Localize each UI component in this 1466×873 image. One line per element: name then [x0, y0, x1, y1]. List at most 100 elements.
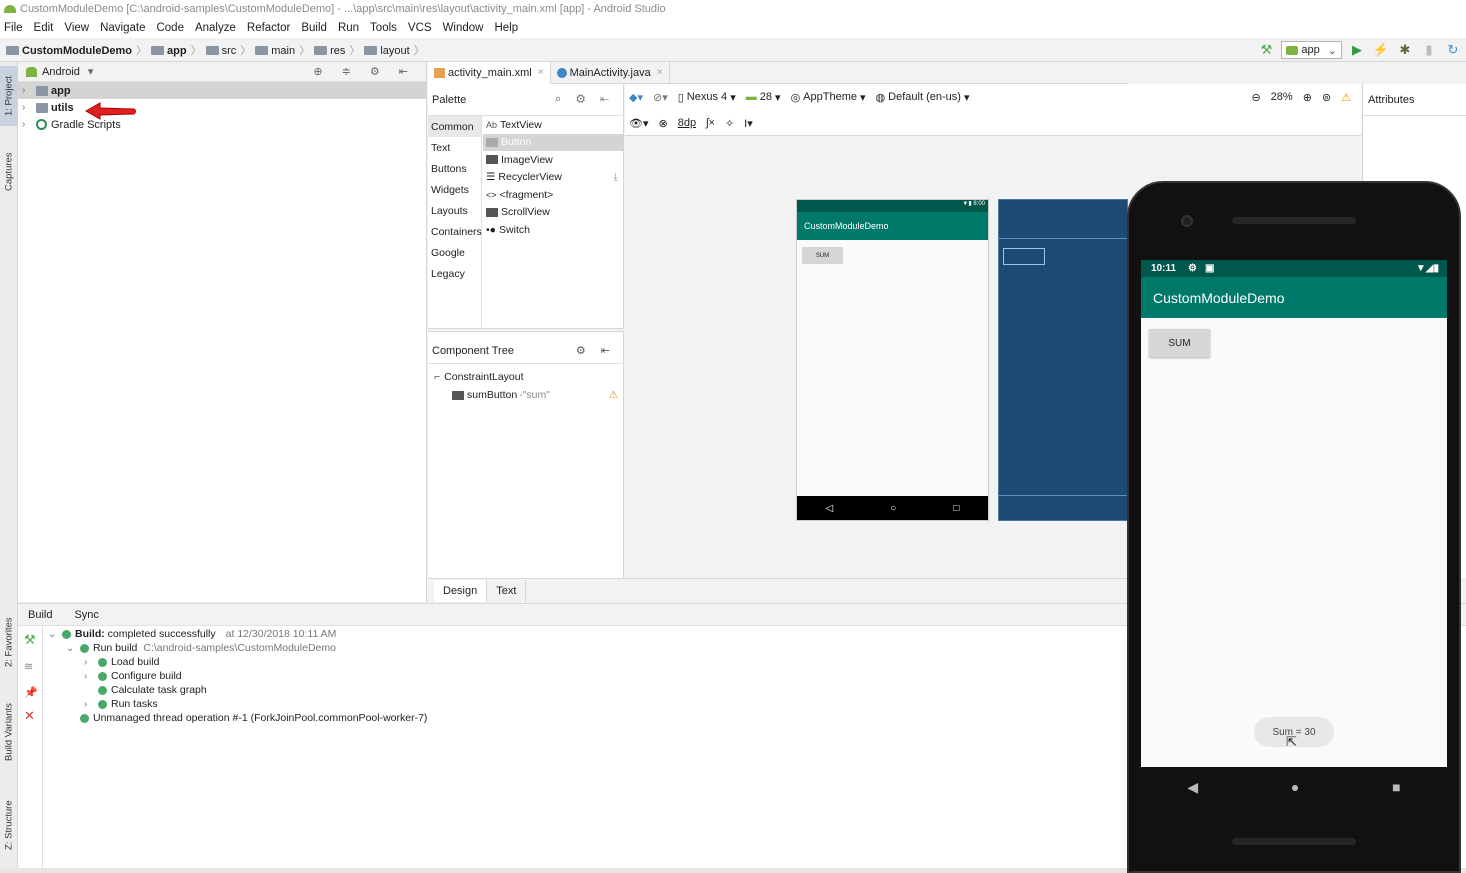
preview-sum-button[interactable]: SUM	[802, 247, 843, 264]
zoom-out-icon[interactable]: ⊖	[1251, 91, 1260, 104]
menu-refactor[interactable]: Refactor	[247, 22, 290, 34]
build-row-load-build[interactable]: › Load build	[48, 655, 427, 669]
palette-category[interactable]: Legacy	[428, 263, 481, 284]
download-icon[interactable]: ⤓	[613, 171, 618, 184]
debug-icon[interactable]: ✱	[1396, 41, 1414, 59]
tab-sync[interactable]: Sync	[74, 609, 98, 621]
palette-category[interactable]: Buttons	[428, 158, 481, 179]
palette-item-fragment[interactable]: <> <fragment>	[483, 186, 624, 204]
apply-changes-icon[interactable]: ⚡	[1372, 41, 1390, 59]
run-config-select[interactable]: app ⌄	[1281, 41, 1342, 59]
build-row-run-tasks[interactable]: › Run tasks	[48, 697, 427, 711]
close-icon[interactable]: ✕	[24, 708, 35, 724]
build-row-configure-build[interactable]: › Configure build	[48, 669, 427, 683]
palette-item-switch[interactable]: •● Switch	[483, 221, 624, 239]
menu-build[interactable]: Build	[301, 22, 327, 34]
make-project-icon[interactable]: ⚒	[1257, 41, 1275, 59]
menu-window[interactable]: Window	[443, 22, 484, 34]
palette-category[interactable]: Text	[428, 137, 481, 158]
blueprint-view[interactable]	[998, 199, 1128, 521]
palette-item-recyclerview[interactable]: ☰ RecyclerView ⤓	[483, 169, 624, 187]
sync-icon[interactable]: ↻	[1444, 41, 1462, 59]
clear-constraints-icon[interactable]: ʃ×	[706, 117, 715, 129]
zoom-in-icon[interactable]: ⊕	[1303, 91, 1312, 104]
menu-help[interactable]: Help	[494, 22, 518, 34]
palette-category[interactable]: Google	[428, 242, 481, 263]
breadcrumb-app[interactable]: app 〉	[151, 42, 202, 58]
sum-button[interactable]: SUM	[1149, 329, 1210, 357]
build-row-run-build[interactable]: ⌄ Run build C:\android-samples\CustomMod…	[48, 641, 427, 655]
toggle-view-icon[interactable]: ≋	[24, 660, 33, 673]
tab-design[interactable]: Design	[434, 579, 488, 602]
default-margin[interactable]: 8dp	[678, 117, 696, 129]
chevron-down-icon[interactable]: ▾	[88, 65, 94, 78]
build-variants-tool-tab[interactable]: Build Variants	[0, 692, 18, 772]
api-select[interactable]: ▬ 28 ▾	[746, 91, 781, 104]
run-icon[interactable]: ▶	[1348, 41, 1366, 59]
profile-icon[interactable]: ▮	[1420, 41, 1438, 59]
breadcrumb-src[interactable]: src 〉	[205, 42, 251, 58]
palette-category[interactable]: Widgets	[428, 179, 481, 200]
chevron-right-icon[interactable]: ›	[22, 119, 36, 130]
captures-tool-tab[interactable]: Captures	[0, 142, 18, 202]
warning-icon[interactable]: ⚠	[1341, 91, 1351, 104]
tab-mainactivity-java[interactable]: MainActivity.java ×	[551, 61, 670, 84]
tab-text[interactable]: Text	[487, 579, 527, 602]
menu-code[interactable]: Code	[156, 22, 184, 34]
chevron-right-icon[interactable]: ›	[22, 85, 36, 96]
build-row-unmanaged-thread[interactable]: Unmanaged thread operation #-1 (ForkJoin…	[48, 711, 427, 725]
panel-actions[interactable]: ⊕ ≑ ⚙ ⇤	[313, 65, 416, 78]
project-tool-tab[interactable]: 1: Project	[0, 66, 18, 126]
close-icon[interactable]: ×	[538, 67, 544, 78]
recents-icon[interactable]: ■	[1392, 779, 1400, 795]
menu-vcs[interactable]: VCS	[408, 22, 432, 34]
tree-node-constraintlayout[interactable]: ⌐ ConstraintLayout	[428, 368, 624, 386]
tree-item-utils[interactable]: › utils	[18, 99, 426, 116]
design-preview[interactable]: ▼▮ 8:00 CustomModuleDemo SUM ◁ ○ □	[796, 199, 989, 521]
breadcrumb-res[interactable]: res 〉	[314, 42, 360, 58]
blueprint-button[interactable]	[1003, 248, 1045, 265]
palette-item-scrollview[interactable]: ScrollView	[483, 204, 624, 222]
infer-constraints-icon[interactable]: ✧	[725, 117, 734, 130]
chevron-right-icon[interactable]: ›	[22, 102, 36, 113]
view-options-icon[interactable]: 👁▾	[629, 117, 649, 130]
structure-tool-tab[interactable]: Z: Structure	[0, 790, 18, 860]
palette-item-textview[interactable]: Ab TextView	[483, 116, 624, 134]
palette-category[interactable]: Common	[428, 116, 481, 137]
close-icon[interactable]: ×	[657, 67, 663, 78]
tab-activity-main-xml[interactable]: activity_main.xml ×	[428, 61, 551, 84]
pin-icon[interactable]: 📌	[24, 686, 38, 699]
menu-run[interactable]: Run	[338, 22, 359, 34]
project-view-select[interactable]: Android	[42, 66, 80, 78]
breadcrumb-project[interactable]: CustomModuleDemo 〉	[6, 42, 147, 58]
palette-category[interactable]: Containers	[428, 221, 482, 242]
menu-analyze[interactable]: Analyze	[195, 22, 236, 34]
home-icon[interactable]: ●	[1291, 779, 1299, 795]
layers-icon[interactable]: ◆▾	[629, 91, 643, 104]
palette-actions[interactable]: ⌕ ⚙ ⇤	[555, 93, 615, 106]
menu-tools[interactable]: Tools	[370, 22, 397, 34]
panel-divider[interactable]	[428, 328, 624, 332]
back-icon[interactable]: ◀	[1187, 779, 1198, 796]
palette-category[interactable]: Layouts	[428, 200, 481, 221]
theme-select[interactable]: ◎ AppTheme ▾	[791, 91, 866, 104]
locale-select[interactable]: ◍ Default (en-us) ▾	[876, 91, 970, 104]
breadcrumb-main[interactable]: main 〉	[255, 42, 310, 58]
tab-build[interactable]: Build	[28, 609, 52, 621]
tree-item-app[interactable]: › app	[18, 82, 426, 99]
palette-item-button[interactable]: Button	[483, 133, 624, 151]
build-row-root[interactable]: ⌄ Build: completed successfully at 12/30…	[48, 627, 427, 641]
menu-file[interactable]: File	[4, 22, 23, 34]
menu-edit[interactable]: Edit	[34, 22, 54, 34]
menu-view[interactable]: View	[64, 22, 89, 34]
tree-actions[interactable]: ⚙ ⇤	[576, 344, 616, 357]
menu-navigate[interactable]: Navigate	[100, 22, 145, 34]
hammer-icon[interactable]: ⚒	[24, 632, 36, 648]
favorites-tool-tab[interactable]: 2: Favorites	[0, 607, 18, 677]
zoom-fit-icon[interactable]: ⊚	[1322, 91, 1331, 104]
guidelines-icon[interactable]: I▾	[744, 117, 753, 130]
palette-item-imageview[interactable]: ImageView	[483, 151, 624, 169]
build-row-task-graph[interactable]: Calculate task graph	[48, 683, 427, 697]
device-select[interactable]: ▯ Nexus 4 ▾	[678, 91, 736, 104]
warning-icon[interactable]: ⚠	[609, 389, 618, 401]
